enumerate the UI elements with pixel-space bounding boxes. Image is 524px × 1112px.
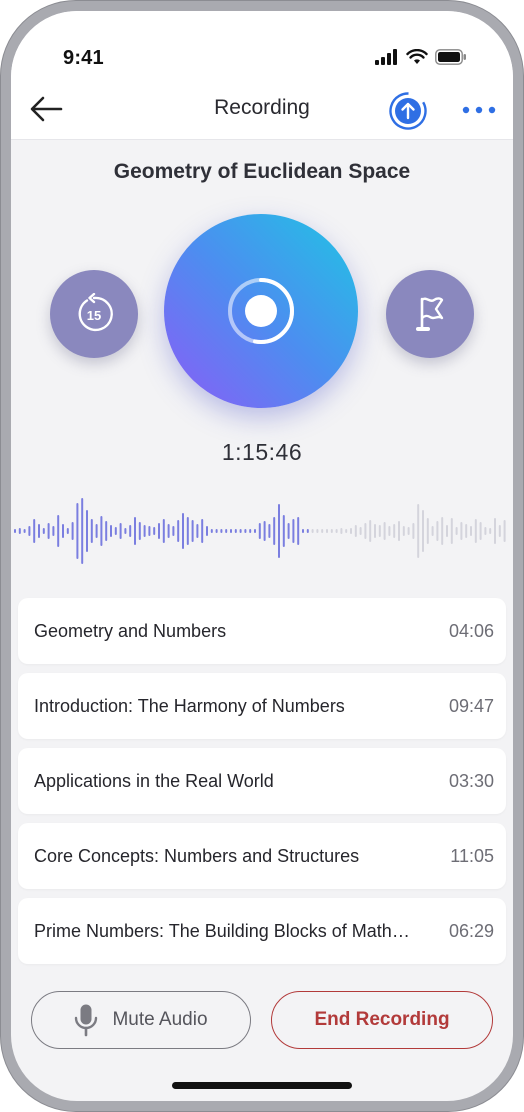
- section-duration: 09:47: [448, 696, 494, 716]
- ellipsis-icon: [462, 106, 496, 114]
- wifi-icon: [406, 49, 428, 64]
- section-duration: 11:05: [450, 846, 494, 866]
- section-name: Prime Numbers: The Building Blocks of Ma…: [34, 921, 414, 941]
- section-duration: 06:29: [448, 921, 494, 941]
- battery-icon: [435, 49, 466, 65]
- record-icon: [228, 278, 294, 344]
- audio-waveform: [14, 498, 506, 564]
- recording-title: Geometry of Euclidean Space: [113, 160, 411, 183]
- list-item[interactable]: Prime Numbers: The Building Blocks of Ma…: [18, 898, 506, 964]
- status-time: 9:41: [63, 47, 104, 69]
- upload-circle-icon: [389, 92, 427, 130]
- rewind-15-icon: 15: [78, 293, 113, 332]
- list-item[interactable]: Applications in the Real World 03:30: [18, 748, 506, 814]
- end-recording-button[interactable]: End Recording: [271, 991, 493, 1049]
- rewind-label: 15: [87, 308, 101, 323]
- page-title: Recording: [214, 96, 310, 119]
- home-indicator: [172, 1082, 352, 1089]
- rewind-15-button[interactable]: 15: [50, 270, 138, 358]
- more-options-button[interactable]: [461, 101, 497, 119]
- flag-icon: [416, 297, 444, 331]
- section-duration: 04:06: [448, 621, 494, 641]
- section-name: Core Concepts: Numbers and Structures: [34, 846, 360, 866]
- section-duration: 03:30: [448, 771, 494, 791]
- section-name: Applications in the Real World: [34, 771, 274, 791]
- record-button[interactable]: [164, 214, 358, 408]
- mute-audio-label: Mute Audio: [112, 1009, 208, 1030]
- upload-button[interactable]: [388, 91, 428, 131]
- section-name: Geometry and Numbers: [34, 621, 227, 641]
- list-item[interactable]: Introduction: The Harmony of Numbers 09:…: [18, 673, 506, 739]
- microphone-icon: [75, 1004, 98, 1037]
- mute-audio-button[interactable]: Mute Audio: [31, 991, 251, 1049]
- recording-timer: 1:15:46: [221, 439, 303, 465]
- section-name: Introduction: The Harmony of Numbers: [34, 696, 345, 716]
- status-icons: [375, 49, 467, 65]
- signal-icon: [375, 49, 397, 65]
- screen: 9:41 Recording Geometry of Euclidean Spa…: [11, 11, 513, 1101]
- top-bar: 9:41 Recording: [11, 11, 513, 140]
- end-recording-label: End Recording: [314, 1009, 450, 1030]
- flag-marker-button[interactable]: [386, 270, 474, 358]
- device: 9:41 Recording Geometry of Euclidean Spa…: [0, 0, 524, 1112]
- list-item[interactable]: Geometry and Numbers 04:06: [18, 598, 506, 664]
- list-item[interactable]: Core Concepts: Numbers and Structures 11…: [18, 823, 506, 889]
